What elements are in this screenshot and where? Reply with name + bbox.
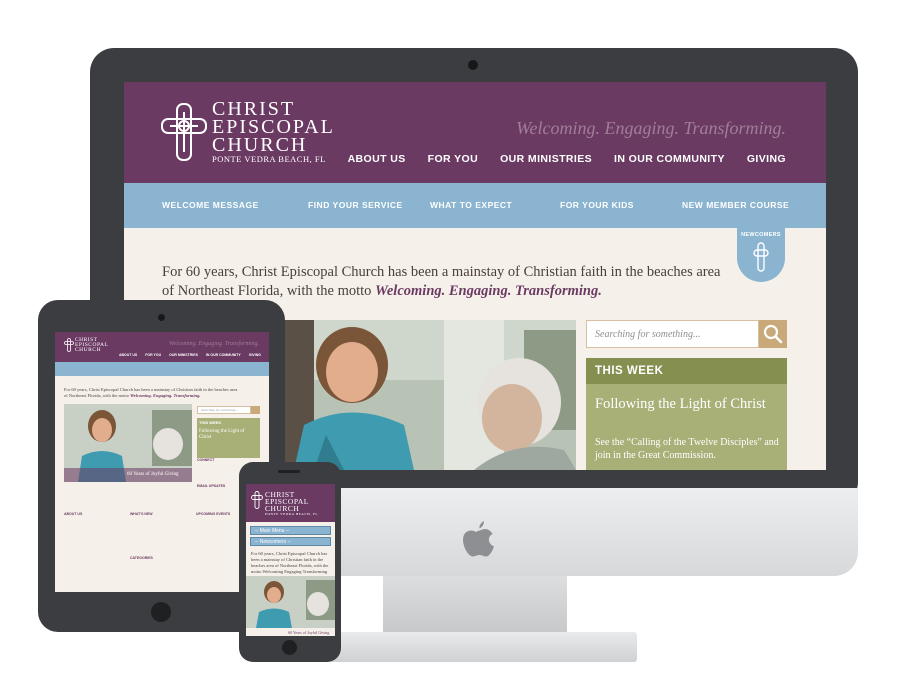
nav-about-us[interactable]: ABOUT US: [348, 153, 406, 165]
sub-nav: WELCOME MESSAGE FIND YOUR SERVICE WHAT T…: [124, 183, 826, 228]
apple-logo-icon: [463, 521, 494, 557]
tablet-main-nav: ABOUT US FOR YOU OUR MINISTRIES IN OUR C…: [119, 353, 261, 357]
subnav-what-to-expect[interactable]: WHAT TO EXPECT: [430, 200, 512, 210]
subnav-new-member-course[interactable]: NEW MEMBER COURSE: [682, 200, 789, 210]
subnav-for-your-kids[interactable]: FOR YOUR KIDS: [560, 200, 634, 210]
search-button[interactable]: [759, 320, 787, 348]
intro-motto: Welcoming. Engaging. Transforming.: [375, 283, 602, 299]
main-nav: ABOUT US FOR YOU OUR MINISTRIES IN OUR C…: [348, 153, 786, 165]
phone-cross-logo-icon: [251, 491, 263, 509]
subnav-welcome-message[interactable]: WELCOME MESSAGE: [162, 200, 259, 210]
newcomers-cross-icon: [753, 242, 769, 272]
phone-home-button: [282, 640, 297, 655]
logo-line-church: CHURCH: [212, 134, 308, 156]
tablet-nav-our-ministries[interactable]: OUR MINISTRIES: [169, 353, 198, 357]
phone-logo-line-church: CHURCH: [265, 504, 300, 513]
hero-image: [274, 320, 576, 470]
tablet-nav-for-you[interactable]: FOR YOU: [145, 353, 161, 357]
tablet-logo-wordmark: CHRIST EPISCOPAL CHURCH: [75, 337, 109, 353]
tablet-this-week-label: THIS WEEK: [199, 420, 222, 425]
nav-our-ministries[interactable]: OUR MINISTRIES: [500, 153, 592, 165]
tablet-whats-new-label: WHAT'S NEW: [130, 512, 153, 516]
tablet-lower-content: ABOUT US WHAT'S NEW UPCOMING EVENTS CATE…: [64, 458, 260, 592]
search-icon: [763, 324, 783, 344]
search-input[interactable]: Searching for something...: [586, 320, 759, 348]
tablet-camera: [158, 314, 165, 321]
this-week-header: THIS WEEK: [586, 358, 787, 384]
tablet-home-button: [151, 602, 171, 622]
tablet-categories-label: CATEGORIES: [130, 556, 153, 560]
nav-in-our-community[interactable]: IN OUR COMMUNITY: [614, 153, 725, 165]
phone-logo-wordmark: CHRIST EPISCOPAL CHURCH PONTE VEDRA BEAC…: [265, 491, 329, 517]
this-week-panel[interactable]: THIS WEEK Following the Light of Christ …: [586, 358, 787, 470]
phone-screen: CHRIST EPISCOPAL CHURCH PONTE VEDRA BEAC…: [246, 484, 335, 636]
this-week-description: See the “Calling of the Twelve Disciples…: [595, 437, 779, 461]
cross-logo-icon: [161, 103, 207, 161]
tablet-tagline: Welcoming. Engaging. Transforming.: [169, 341, 259, 347]
subnav-find-your-service[interactable]: FIND YOUR SERVICE: [308, 200, 403, 210]
tablet-search-button[interactable]: [251, 406, 260, 414]
phone-newcomers-label: -- Newcomers --: [255, 539, 291, 545]
search-placeholder: Searching for something...: [595, 329, 701, 340]
phone-main-menu-label: -- Main Menu --: [255, 528, 290, 534]
newcomers-tab[interactable]: NEWCOMERS: [737, 228, 785, 282]
tablet-screen: CHRIST EPISCOPAL CHURCH Welcoming. Engag…: [55, 332, 269, 592]
tablet-intro-paragraph: For 60 years, Christ Episcopal Church ha…: [64, 387, 242, 399]
phone-speaker: [278, 470, 300, 473]
tablet-site-header: CHRIST EPISCOPAL CHURCH Welcoming. Engag…: [55, 332, 269, 362]
tablet-joyful-caption: 60 Years of Joyful Giving: [127, 472, 179, 477]
tablet-cross-logo-icon: [64, 338, 74, 352]
phone-site-header: CHRIST EPISCOPAL CHURCH PONTE VEDRA BEAC…: [246, 484, 335, 522]
this-week-label: THIS WEEK: [595, 365, 664, 377]
tablet-nav-in-our-community[interactable]: IN OUR COMMUNITY: [206, 353, 241, 357]
phone-intro-paragraph: For 60 years, Christ Episcopal Church ha…: [251, 551, 329, 574]
tablet-connect-label: CONNECT: [197, 458, 215, 462]
this-week-title[interactable]: Following the Light of Christ: [595, 396, 780, 412]
tablet-sub-nav: [55, 362, 269, 376]
site-tagline: Welcoming. Engaging. Transforming.: [516, 118, 786, 138]
newcomers-label: NEWCOMERS: [741, 232, 781, 238]
nav-giving[interactable]: GIVING: [747, 153, 786, 165]
tablet-hero-image: [64, 404, 192, 482]
tablet-nav-giving[interactable]: GIVING: [249, 353, 261, 357]
tablet-intro-motto: Welcoming. Engaging. Transforming.: [130, 393, 201, 398]
monitor-stand-foot: [313, 632, 637, 662]
monitor-stand-neck: [383, 576, 567, 636]
tablet-this-week-title: Following the Light of Christ: [199, 429, 245, 440]
tablet-search-placeholder: Searching for something...: [201, 408, 238, 412]
phone-hero-image: [246, 576, 335, 628]
logo-wordmark: CHRIST EPISCOPAL CHURCH: [212, 99, 372, 156]
tablet-email-label: EMAIL UPDATES: [197, 484, 226, 488]
intro-paragraph: For 60 years, Christ Episcopal Church ha…: [162, 263, 722, 301]
site-header: CHRIST EPISCOPAL CHURCH PONTE VEDRA BEAC…: [124, 82, 826, 183]
phone-logo-location: PONTE VEDRA BEACH, FL: [265, 512, 319, 516]
nav-for-you[interactable]: FOR YOU: [428, 153, 478, 165]
tablet-upcoming-label: UPCOMING EVENTS: [196, 512, 231, 516]
phone-joyful-caption: 60 Years of Joyful Giving: [288, 630, 330, 635]
tablet-nav-about-us[interactable]: ABOUT US: [119, 353, 137, 357]
tablet-about-label: ABOUT US: [64, 512, 83, 516]
monitor-camera: [468, 60, 478, 70]
